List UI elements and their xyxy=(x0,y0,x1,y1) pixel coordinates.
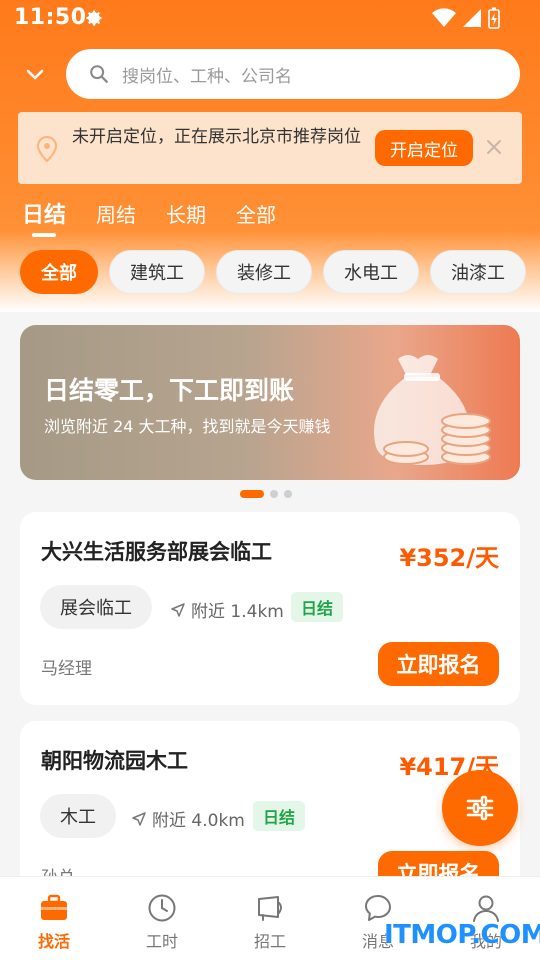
chip-painter[interactable]: 油漆工 xyxy=(430,250,526,294)
navigation-arrow-icon xyxy=(171,602,185,617)
category-chips: 全部 建筑工 装修工 水电工 油漆工 xyxy=(20,250,526,294)
location-banner: 未开启定位，正在展示北京市推荐岗位 开启定位 xyxy=(18,112,522,184)
search-icon xyxy=(90,65,108,83)
job-title: 朝阳物流园木工 xyxy=(41,749,188,773)
nav-label: 找活 xyxy=(37,932,70,951)
megaphone-icon xyxy=(258,896,282,921)
filter-sliders-icon xyxy=(466,795,494,821)
status-time: 11:50 xyxy=(14,5,87,30)
banner-subtitle: 浏览附近 24 大工种，找到就是今天赚钱 xyxy=(44,417,331,436)
signal-icon xyxy=(463,9,481,27)
filter-button[interactable] xyxy=(442,770,518,846)
tab-long-term[interactable]: 长期 xyxy=(166,197,206,237)
apply-button[interactable]: 立即报名 xyxy=(378,642,499,686)
nav-find-work[interactable]: 找活 xyxy=(0,877,108,960)
clock-icon xyxy=(148,894,176,922)
nav-recruit[interactable]: 招工 xyxy=(216,877,324,960)
pagination-dot[interactable] xyxy=(284,490,292,498)
banner-pagination xyxy=(240,490,292,498)
job-distance: 附近 4.0km xyxy=(131,806,245,831)
nav-work-hours[interactable]: 工时 xyxy=(108,877,216,960)
chip-all[interactable]: 全部 xyxy=(20,250,98,294)
enable-location-button[interactable]: 开启定位 xyxy=(375,130,473,166)
banner-title: 日结零工，下工即到账 xyxy=(44,376,295,405)
wifi-icon xyxy=(432,8,456,27)
battery-icon xyxy=(488,7,500,29)
gear-icon xyxy=(86,10,102,26)
watermark-logo: ITMOP.COM xyxy=(384,920,540,950)
status-indicators xyxy=(432,7,500,29)
job-type-tag: 木工 xyxy=(40,794,116,838)
close-icon[interactable] xyxy=(484,137,504,157)
nav-label: 工时 xyxy=(145,932,178,951)
job-card[interactable]: 大兴生活服务部展会临工 ¥352/天 展会临工 附近 1.4km 日结 马经理 … xyxy=(20,512,520,705)
daily-pay-badge: 日结 xyxy=(253,801,306,831)
settlement-tabs: 日结 周结 长期 全部 xyxy=(22,197,306,237)
status-bar: 11:50 xyxy=(0,0,540,38)
search-input[interactable]: 搜岗位、工种、公司名 xyxy=(66,49,520,99)
job-title: 大兴生活服务部展会临工 xyxy=(41,540,272,564)
job-distance: 附近 1.4km xyxy=(170,597,284,622)
tab-daily[interactable]: 日结 xyxy=(22,197,66,237)
job-price: ¥352/天 xyxy=(399,544,499,572)
job-type-tag: 展会临工 xyxy=(40,585,152,629)
pagination-dot-active[interactable] xyxy=(240,490,264,498)
chevron-down-icon xyxy=(26,69,44,80)
location-message: 未开启定位，正在展示北京市推荐岗位 xyxy=(72,127,361,147)
money-bag-icon xyxy=(374,355,491,465)
chip-construction[interactable]: 建筑工 xyxy=(109,250,205,294)
navigation-arrow-icon xyxy=(132,811,146,826)
tab-weekly[interactable]: 周结 xyxy=(96,197,136,237)
job-distance-text: 附近 4.0km xyxy=(152,811,245,831)
chip-plumbing-electric[interactable]: 水电工 xyxy=(323,250,419,294)
location-pin-icon xyxy=(36,136,58,162)
nav-label: 招工 xyxy=(253,932,286,951)
tab-all[interactable]: 全部 xyxy=(236,197,276,237)
pagination-dot[interactable] xyxy=(270,490,278,498)
daily-pay-badge: 日结 xyxy=(291,592,344,622)
search-placeholder: 搜岗位、工种、公司名 xyxy=(122,66,292,87)
job-contact: 马经理 xyxy=(41,659,92,679)
location-dropdown-button[interactable] xyxy=(22,62,48,88)
briefcase-icon xyxy=(41,894,67,920)
chip-decoration[interactable]: 装修工 xyxy=(216,250,312,294)
promo-banner[interactable]: 日结零工，下工即到账 浏览附近 24 大工种，找到就是今天赚钱 xyxy=(20,325,520,480)
job-distance-text: 附近 1.4km xyxy=(191,602,284,622)
